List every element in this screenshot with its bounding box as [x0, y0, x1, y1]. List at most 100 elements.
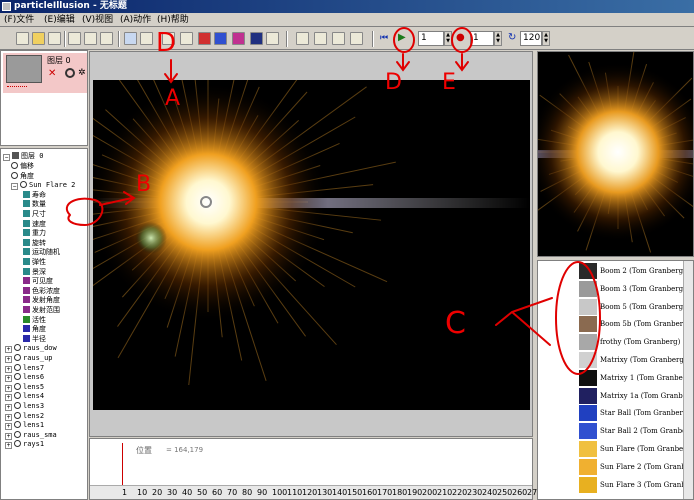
nav-down-button[interactable] [314, 32, 327, 45]
tree-item[interactable]: + lens1 [5, 420, 44, 431]
expand-icon[interactable]: + [5, 442, 12, 450]
play-icon[interactable]: ▶ [398, 32, 411, 45]
gear-icon[interactable]: ✲ [78, 68, 86, 78]
library-thumbnail[interactable] [579, 405, 597, 422]
tree-item[interactable]: 发射范围 [23, 305, 60, 315]
tree-item[interactable]: 角度 [11, 171, 34, 181]
library-scrollbar[interactable] [683, 261, 693, 499]
tree-item[interactable]: 旋转 [23, 238, 46, 248]
cut-button[interactable] [68, 32, 81, 45]
open-file-button[interactable] [32, 32, 45, 45]
tree-item[interactable]: 景深 [23, 267, 46, 277]
library-item[interactable]: Boom 5 (Tom Granberg) [600, 299, 686, 315]
library-item[interactable]: Sun Flare (Tom Granberg) [600, 441, 693, 457]
library-item[interactable]: Boom 2 (Tom Granberg) [600, 263, 686, 279]
stage-tool-button[interactable] [250, 32, 263, 45]
library-item[interactable]: Boom 5b (Tom Granberg) [600, 316, 690, 332]
library-thumbnail[interactable] [579, 334, 597, 351]
tree-item[interactable]: + lens2 [5, 411, 44, 421]
tree-item[interactable]: 弹性 [23, 257, 46, 267]
tree-item[interactable]: + lens6 [5, 372, 44, 383]
tree-item[interactable]: 数量 [23, 199, 46, 209]
library-thumbnail[interactable] [579, 441, 597, 457]
library-thumbnail[interactable] [579, 280, 597, 297]
library-item[interactable]: Star Ball 2 (Tom Granberg) [600, 423, 693, 439]
frame-spinner[interactable]: ▲ ▼ [444, 31, 452, 46]
paste-button[interactable] [100, 32, 113, 45]
tree-item[interactable]: 可见度 [23, 276, 53, 286]
new-file-button[interactable] [16, 32, 29, 45]
timeline-ruler[interactable]: 1 10 20 30 40 50 60 70 80 90 100 110 120 130 140 150 160… [90, 485, 537, 499]
tree-item[interactable]: + raus_dow [5, 343, 57, 354]
library-thumbnail[interactable] [579, 387, 597, 404]
library-thumbnail[interactable] [579, 458, 597, 475]
library-item[interactable]: Boom 3 (Tom Granberg) [600, 281, 686, 297]
library-thumbnail[interactable] [579, 369, 597, 386]
tree-item[interactable]: + raus_up [5, 353, 53, 363]
nav-right-button[interactable] [350, 32, 363, 45]
menu-view[interactable]: (V)视图 [82, 14, 113, 26]
nav-left-button[interactable] [296, 32, 309, 45]
tree-item[interactable]: + lens4 [5, 391, 44, 402]
tree-item[interactable]: 角度 [23, 324, 46, 334]
current-frame-input[interactable]: 1 [418, 31, 444, 46]
library-item[interactable]: Matrixy (Tom Granberg) [600, 352, 687, 368]
library-item[interactable]: Sun Flare 3 (Tom Granberg) [600, 477, 693, 493]
tree-item[interactable]: 寿命 [23, 190, 46, 200]
undo-button[interactable] [124, 32, 137, 45]
library-item[interactable]: Sun Flare 2 (Tom Granberg) [600, 459, 693, 475]
magenta-tool-button[interactable] [232, 32, 245, 45]
tree-item[interactable]: + lens3 [5, 401, 44, 411]
tree-root[interactable]: − 图层 0 [3, 151, 43, 161]
tree-item[interactable]: 半径 [23, 334, 46, 344]
library-thumbnail[interactable] [579, 298, 597, 315]
fps-input[interactable]: 120 [520, 31, 542, 46]
menu-edit[interactable]: (E)编辑 [44, 14, 75, 26]
tree-item[interactable]: 发射角度 [23, 295, 60, 305]
menu-action[interactable]: (A)动作 [120, 14, 151, 26]
end-frame-input[interactable]: 1 [470, 31, 494, 46]
timeline-cursor[interactable] [122, 443, 123, 487]
library-item[interactable]: Matrixy 1a (Tom Granberg) [600, 388, 693, 404]
tree-item[interactable]: + raus_sma [5, 430, 57, 440]
tree-item[interactable]: 活性 [23, 315, 46, 325]
rewind-icon[interactable]: ⏮ [380, 32, 393, 45]
menu-help[interactable]: (H)帮助 [157, 14, 189, 26]
save-file-button[interactable] [48, 32, 61, 45]
tree-item[interactable]: 偏移 [11, 161, 34, 171]
redo-button[interactable] [140, 32, 153, 45]
library-item[interactable]: frothy (Tom Granberg) [600, 334, 680, 350]
copy-button[interactable] [84, 32, 97, 45]
nav-up-button[interactable] [332, 32, 345, 45]
tree-item[interactable]: 色彩浓度 [23, 286, 60, 296]
record-icon[interactable]: ● [456, 32, 469, 45]
tree-item[interactable]: 运动随机 [23, 247, 60, 257]
blue-tool-button[interactable] [214, 32, 227, 45]
tree-item[interactable]: 重力 [23, 228, 46, 238]
pin-tool-button[interactable] [266, 32, 279, 45]
library-thumbnail[interactable] [579, 263, 597, 279]
library-item[interactable]: Matrixy 1 (Tom Granberg) [600, 370, 693, 386]
layer-row[interactable]: 图层 0 ✕ ✲ [3, 53, 87, 93]
library-thumbnail[interactable] [579, 423, 597, 440]
emitter-tool-button[interactable] [180, 32, 193, 45]
stage-canvas[interactable] [93, 80, 530, 410]
collapse-icon[interactable]: − [11, 183, 18, 191]
blend-mode-icon[interactable] [65, 68, 75, 78]
tree-item[interactable]: 速度 [23, 219, 46, 229]
fps-spinner[interactable]: ▲ ▼ [542, 31, 550, 46]
visibility-x-icon[interactable]: ✕ [48, 68, 56, 79]
library-thumbnail[interactable] [579, 316, 597, 333]
tree-item[interactable]: − Sun Flare 2 [11, 180, 75, 191]
library-thumbnail[interactable] [579, 352, 597, 368]
tree-item[interactable]: + lens7 [5, 363, 44, 373]
menu-file[interactable]: (F)文件 [4, 14, 34, 26]
end-frame-spinner[interactable]: ▲ ▼ [494, 31, 502, 46]
tree-item[interactable]: + rays1 [5, 439, 44, 450]
library-thumbnail[interactable] [579, 476, 597, 493]
tree-item[interactable]: 尺寸 [23, 209, 46, 219]
tree-item[interactable]: + lens5 [5, 382, 44, 392]
collapse-icon[interactable]: − [3, 154, 10, 161]
red-tool-button[interactable] [198, 32, 211, 45]
library-item[interactable]: Star Ball (Tom Granberg) [600, 405, 690, 421]
